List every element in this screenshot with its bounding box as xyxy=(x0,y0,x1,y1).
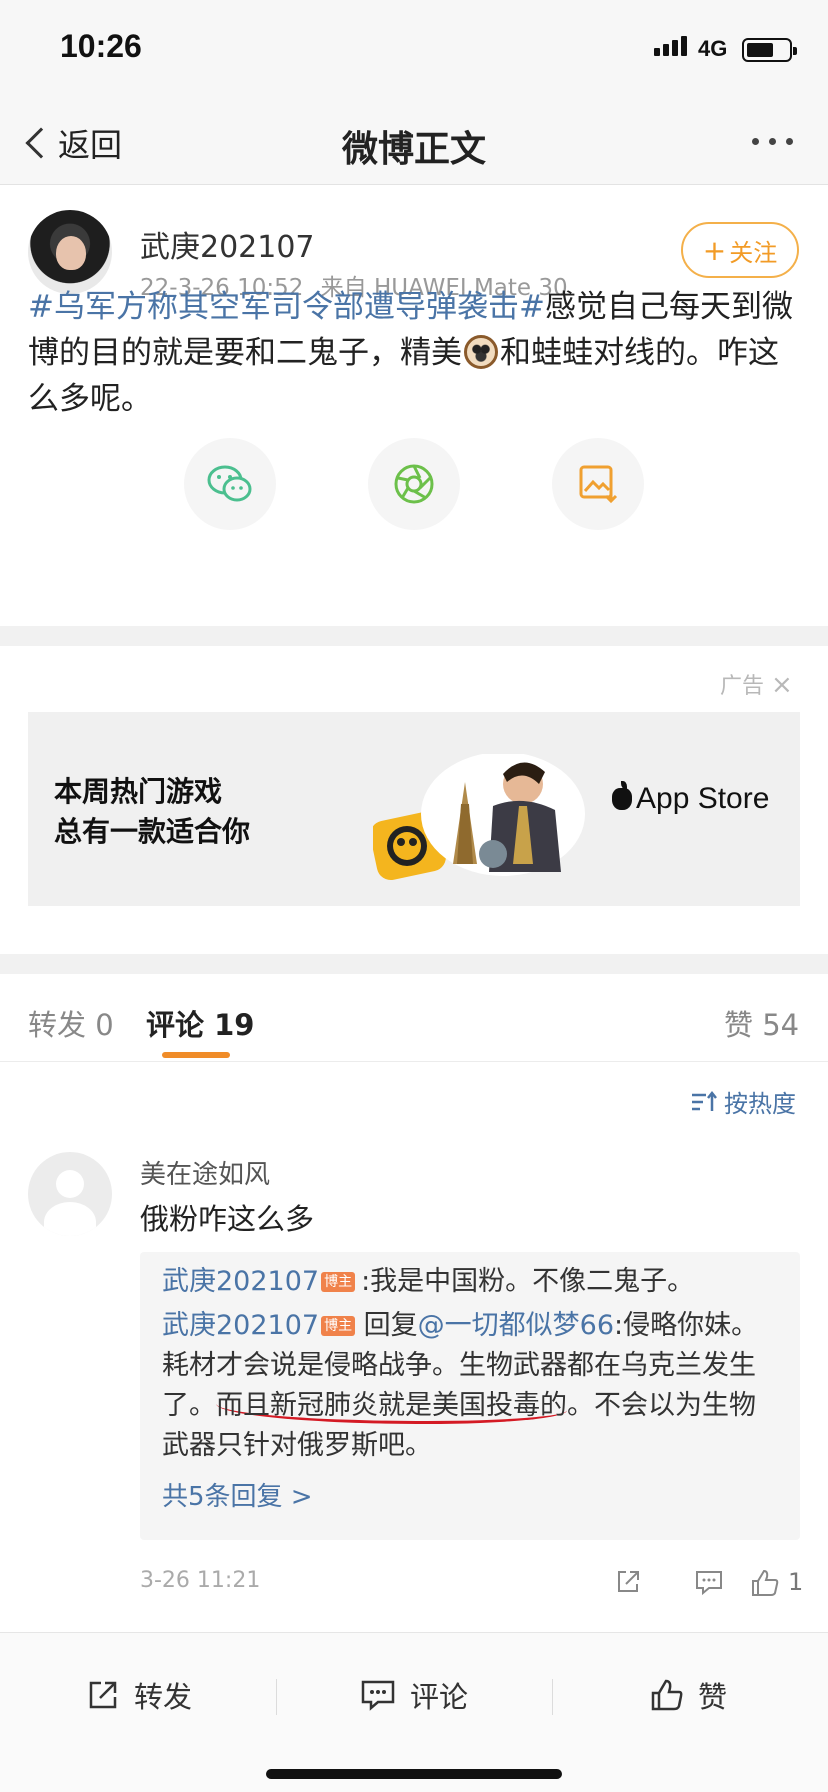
comment-like-icon[interactable] xyxy=(750,1568,780,1602)
close-icon[interactable]: × xyxy=(771,670,793,700)
comment-text[interactable]: 俄粉咋这么多 xyxy=(140,1196,314,1238)
commenter-name[interactable]: 美在途如风 xyxy=(140,1154,270,1191)
comment-button[interactable]: 评论 xyxy=(360,1673,468,1717)
signal-icon xyxy=(654,36,690,56)
tab-repost[interactable]: 转发 0 xyxy=(28,1002,114,1044)
comment-label: 评论 xyxy=(410,1680,469,1714)
share-wechat-button[interactable] xyxy=(184,438,276,530)
section-divider xyxy=(0,626,828,646)
save-image-icon xyxy=(579,465,618,504)
bottom-action-bar: 转发 评论 赞 xyxy=(0,1632,828,1792)
dog-emoji-icon xyxy=(464,335,498,369)
reply-author[interactable]: 武庚202107 xyxy=(162,1266,319,1297)
ad-line2: 总有一款适合你 xyxy=(54,815,251,848)
reply-item: 武庚202107 博主:我是中国粉。不像二鬼子。 xyxy=(162,1262,778,1302)
moments-icon xyxy=(394,464,434,504)
follow-label: 关注 xyxy=(729,238,778,267)
reply-to-label: 回复 xyxy=(363,1310,418,1341)
home-indicator[interactable] xyxy=(266,1769,562,1779)
plus-icon: + xyxy=(702,233,727,267)
post-text: #乌军方称其空军司令部遭导弹袭击#感觉自己每天到微博的目的就是要和二鬼子，精美和… xyxy=(28,284,800,422)
more-options-icon[interactable] xyxy=(752,138,793,145)
divider xyxy=(552,1679,553,1715)
active-tab-indicator xyxy=(162,1052,230,1058)
app-store-label: App Store xyxy=(636,782,770,815)
reply-item: 武庚202107 博主 回复@一切都似梦66:侵略你妹。耗材才会说是侵略战争。生物… xyxy=(162,1306,778,1466)
author-avatar[interactable] xyxy=(28,210,112,294)
sort-label: 按热度 xyxy=(724,1090,796,1118)
sort-icon xyxy=(692,1090,717,1111)
sort-button[interactable]: 按热度 xyxy=(690,1084,796,1119)
page-title: 微博正文 xyxy=(341,129,486,170)
ad-line1: 本周热门游戏 xyxy=(54,775,223,808)
wechat-icon xyxy=(207,465,252,502)
comment-icon xyxy=(361,1680,395,1711)
comment-share-icon[interactable] xyxy=(614,1568,642,1600)
save-image-button[interactable] xyxy=(552,438,644,530)
repost-button[interactable]: 转发 xyxy=(86,1673,192,1717)
comment-footer: 3-26 11:21 1 xyxy=(140,1568,804,1608)
repost-icon xyxy=(89,1681,117,1709)
ad-label-text: 广告 xyxy=(720,674,765,699)
hashtag-link[interactable]: #乌军方称其空军司令部遭导弹袭击# xyxy=(28,289,545,325)
ad-game-art xyxy=(373,754,585,881)
author-name[interactable]: 武庚202107 xyxy=(140,222,315,266)
tab-comment[interactable]: 评论 19 xyxy=(146,1002,254,1044)
commenter-avatar[interactable] xyxy=(28,1152,112,1236)
share-moments-button[interactable] xyxy=(368,438,460,530)
app-store-badge: App Store xyxy=(612,781,770,816)
ad-label[interactable]: 广告 × xyxy=(720,668,793,700)
interaction-tabs: 转发 0 评论 19 赞 54 xyxy=(0,974,828,1062)
battery-icon xyxy=(742,38,797,62)
comment-reply-icon[interactable] xyxy=(694,1568,724,1600)
author-badge: 博主 xyxy=(321,1316,356,1336)
underlined-text: 而且新冠肺炎就是美国投毒的 xyxy=(216,1390,567,1424)
status-bar: 10:26 4G xyxy=(0,0,828,100)
section-divider xyxy=(0,954,828,974)
divider xyxy=(276,1679,277,1715)
ad-block: 广告 × 本周热门游戏 总有一款适合你 App Store xyxy=(0,646,828,954)
network-type: 4G xyxy=(698,36,728,61)
repost-label: 转发 xyxy=(134,1680,193,1714)
more-replies-link[interactable]: 共5条回复 > xyxy=(162,1476,313,1513)
reply-text: :我是中国粉。不像二鬼子。 xyxy=(361,1266,695,1297)
tab-like[interactable]: 赞 54 xyxy=(724,1002,799,1044)
comment-like-count: 1 xyxy=(788,1568,804,1596)
mention-link[interactable]: @一切都似梦66 xyxy=(418,1310,614,1341)
reply-box[interactable]: 武庚202107 博主:我是中国粉。不像二鬼子。 武庚202107 博主 回复@一切… xyxy=(140,1252,800,1540)
like-label: 赞 xyxy=(698,1680,728,1714)
comment-time: 3-26 11:21 xyxy=(140,1568,261,1593)
comment-item: 美在途如风 俄粉咋这么多 武庚202107 博主:我是中国粉。不像二鬼子。 武庚2… xyxy=(0,1140,828,1620)
apple-icon xyxy=(612,781,632,810)
post: 武庚202107 22-3-26 10:52 来自 HUAWEI Mate 30… xyxy=(0,186,828,626)
ad-banner[interactable]: 本周热门游戏 总有一款适合你 App Store xyxy=(28,712,800,906)
author-badge: 博主 xyxy=(321,1272,356,1292)
status-time: 10:26 xyxy=(60,28,142,64)
thumbs-up-icon xyxy=(651,1679,683,1711)
sort-row: 按热度 xyxy=(0,1062,828,1140)
nav-bar: 返回 微博正文 xyxy=(0,100,828,185)
like-button[interactable]: 赞 xyxy=(650,1673,727,1717)
reply-author[interactable]: 武庚202107 xyxy=(162,1310,319,1341)
follow-button[interactable]: + 关注 xyxy=(681,222,799,278)
share-row xyxy=(0,438,828,538)
